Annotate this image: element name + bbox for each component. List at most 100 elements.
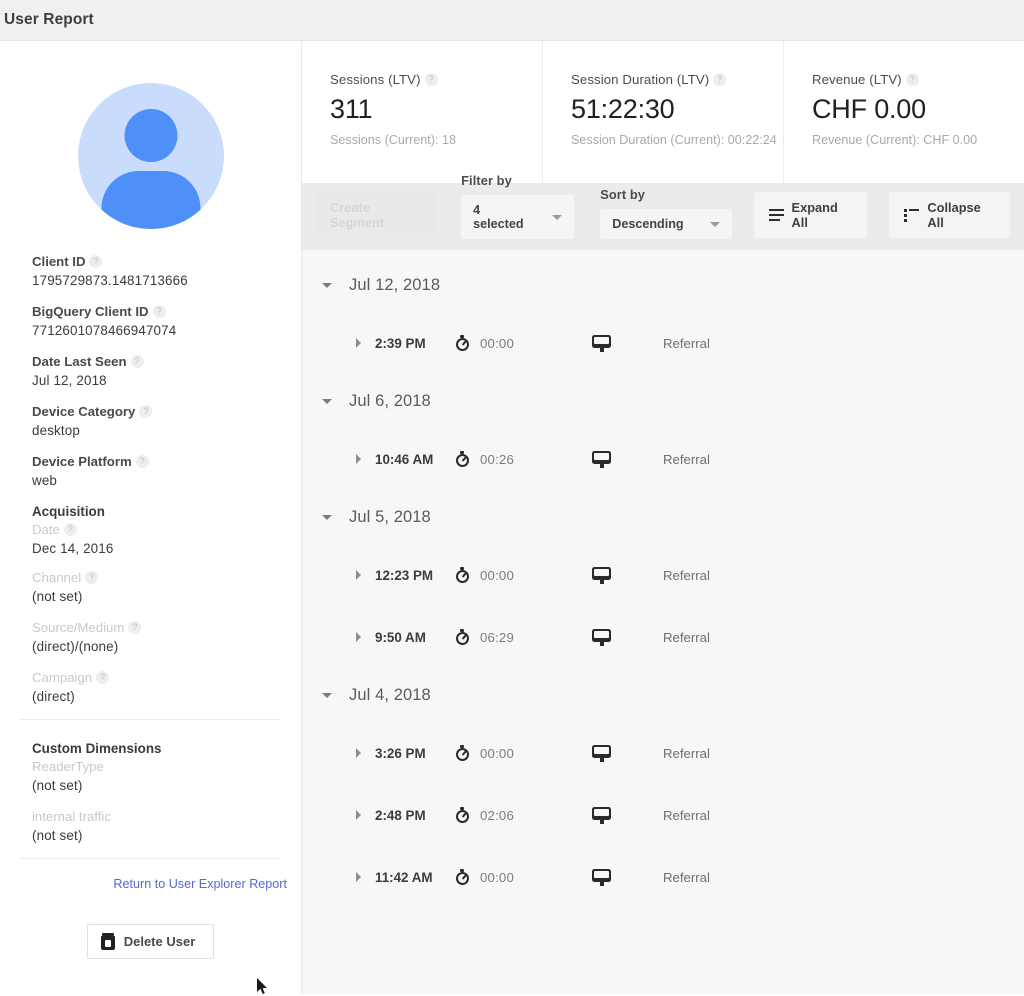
desktop-monitor-icon (592, 868, 611, 886)
field-label: Date Last Seen (32, 354, 127, 370)
field-value: (direct)/(none) (32, 639, 119, 654)
metric-title-row: Session Duration (LTV)? (571, 71, 783, 89)
chevron-down-icon[interactable] (322, 692, 332, 698)
metric-card-sessions: Sessions (LTV)? 311 Sessions (Current): … (302, 41, 542, 183)
page-title: User Report (4, 11, 94, 28)
field-label: Device Platform (32, 454, 132, 470)
session-channel: Referral (663, 745, 710, 761)
chevron-right-icon[interactable] (356, 454, 361, 464)
chevron-right-icon[interactable] (356, 570, 361, 580)
help-icon[interactable]: ? (128, 621, 142, 635)
sort-by-select[interactable]: Descending (600, 209, 732, 239)
help-icon[interactable]: ? (96, 671, 110, 685)
stopwatch-icon (455, 869, 470, 885)
session-time: 11:42 AM (375, 869, 433, 885)
help-icon[interactable]: ? (135, 455, 149, 469)
collapse-list-icon (904, 209, 920, 222)
help-icon[interactable]: ? (130, 355, 144, 369)
chevron-right-icon[interactable] (356, 872, 361, 882)
session-date-group-header[interactable]: Jul 5, 2018 (302, 490, 1024, 544)
delete-user-button[interactable]: Delete User (86, 924, 215, 959)
avatar-container (0, 41, 301, 229)
sessions-toolbar: Create Segment Filter by 4 selected Sort… (302, 173, 1024, 250)
page-body: Client ID? 1795729873.1481713666 BigQuer… (0, 41, 1024, 994)
chevron-right-icon[interactable] (356, 748, 361, 758)
expand-all-button[interactable]: Expand All (753, 192, 868, 238)
session-date-group-header[interactable]: Jul 12, 2018 (302, 258, 1024, 312)
help-icon[interactable]: ? (905, 73, 919, 87)
session-row[interactable]: 3:26 PM 00:00 Referral (302, 722, 1024, 784)
metric-title: Revenue (LTV) (812, 72, 902, 87)
field-value: (direct) (32, 689, 75, 704)
metric-cards: Sessions (LTV)? 311 Sessions (Current): … (302, 41, 1024, 183)
session-time: 10:46 AM (375, 451, 434, 467)
desktop-monitor-icon (592, 744, 611, 762)
field-label: Campaign (32, 670, 93, 685)
session-duration: 00:00 (480, 335, 515, 351)
sort-by-caption: Sort by (600, 187, 646, 202)
field-value: (not set) (32, 589, 83, 604)
collapse-all-button[interactable]: Collapse All (889, 192, 1010, 238)
chevron-right-icon[interactable] (356, 632, 361, 642)
desktop-monitor-icon (592, 628, 611, 646)
session-duration: 02:06 (480, 807, 515, 823)
session-date-label: Jul 4, 2018 (349, 685, 431, 704)
field-value: desktop (32, 423, 80, 438)
session-time: 3:26 PM (375, 745, 426, 761)
field-campaign: Campaign? (direct) (32, 669, 301, 705)
sort-by-group: Sort by Descending (600, 187, 732, 239)
filter-by-group: Filter by 4 selected (461, 173, 575, 239)
help-icon[interactable]: ? (85, 571, 99, 585)
field-label: Date (32, 522, 60, 537)
chevron-down-icon[interactable] (322, 282, 332, 288)
metric-title-row: Revenue (LTV)? (812, 71, 1024, 89)
chevron-down-icon[interactable] (322, 514, 332, 520)
create-segment-button[interactable]: Create Segment (316, 192, 436, 238)
field-label: Source/Medium (32, 620, 125, 635)
user-avatar-icon (77, 83, 224, 229)
session-time: 2:48 PM (375, 807, 426, 823)
session-duration: 06:29 (480, 629, 515, 645)
field-device-category: Device Category? desktop (32, 403, 301, 439)
return-to-user-explorer-link[interactable]: Return to User Explorer Report (0, 859, 301, 891)
field-label: BigQuery Client ID (32, 304, 149, 320)
acquisition-heading: Acquisition (32, 504, 105, 519)
help-icon[interactable]: ? (139, 405, 153, 419)
chevron-right-icon[interactable] (356, 810, 361, 820)
session-row[interactable]: 2:48 PM 02:06 Referral (302, 784, 1024, 846)
chevron-down-icon (552, 214, 563, 220)
stopwatch-icon (455, 807, 470, 823)
chevron-down-icon[interactable] (322, 398, 332, 404)
session-date-group-header[interactable]: Jul 4, 2018 (302, 668, 1024, 722)
stopwatch-icon (455, 567, 470, 583)
chevron-right-icon[interactable] (356, 338, 361, 348)
custom-dimensions-section: Custom Dimensions ReaderType (not set) i… (0, 720, 301, 844)
sort-by-value: Descending (612, 217, 684, 231)
help-icon[interactable]: ? (713, 73, 727, 87)
expand-list-icon (768, 209, 784, 221)
session-row[interactable]: 2:39 PM 00:00 Referral (302, 312, 1024, 374)
help-icon[interactable]: ? (152, 305, 166, 319)
field-label: ReaderType (32, 759, 104, 774)
session-date-group-header[interactable]: Jul 6, 2018 (302, 374, 1024, 428)
session-row[interactable]: 9:50 AM 06:29 Referral (302, 606, 1024, 668)
help-icon[interactable]: ? (89, 255, 103, 269)
filter-by-select[interactable]: 4 selected (461, 195, 575, 239)
session-time: 12:23 PM (375, 567, 434, 583)
metric-title-row: Sessions (LTV)? (330, 71, 542, 89)
session-row[interactable]: 12:23 PM 00:00 Referral (302, 544, 1024, 606)
field-bigquery-client-id: BigQuery Client ID? 7712601078466947074 (32, 303, 301, 339)
metric-title: Session Duration (LTV) (571, 72, 710, 87)
help-icon[interactable]: ? (424, 73, 438, 87)
desktop-monitor-icon (592, 334, 611, 352)
help-icon[interactable]: ? (63, 523, 77, 537)
session-row[interactable]: 10:46 AM 00:26 Referral (302, 428, 1024, 490)
user-detail-sidebar: Client ID? 1795729873.1481713666 BigQuer… (0, 41, 302, 994)
stopwatch-icon (455, 629, 470, 645)
session-row[interactable]: 11:42 AM 00:00 Referral (302, 846, 1024, 908)
session-channel: Referral (663, 869, 710, 885)
session-date-label: Jul 6, 2018 (349, 391, 431, 410)
custom-dimensions-group: Custom Dimensions ReaderType (not set) (32, 740, 301, 794)
acquisition-group: Acquisition Date? Dec 14, 2016 (32, 503, 301, 557)
field-value: Dec 14, 2016 (32, 541, 114, 556)
